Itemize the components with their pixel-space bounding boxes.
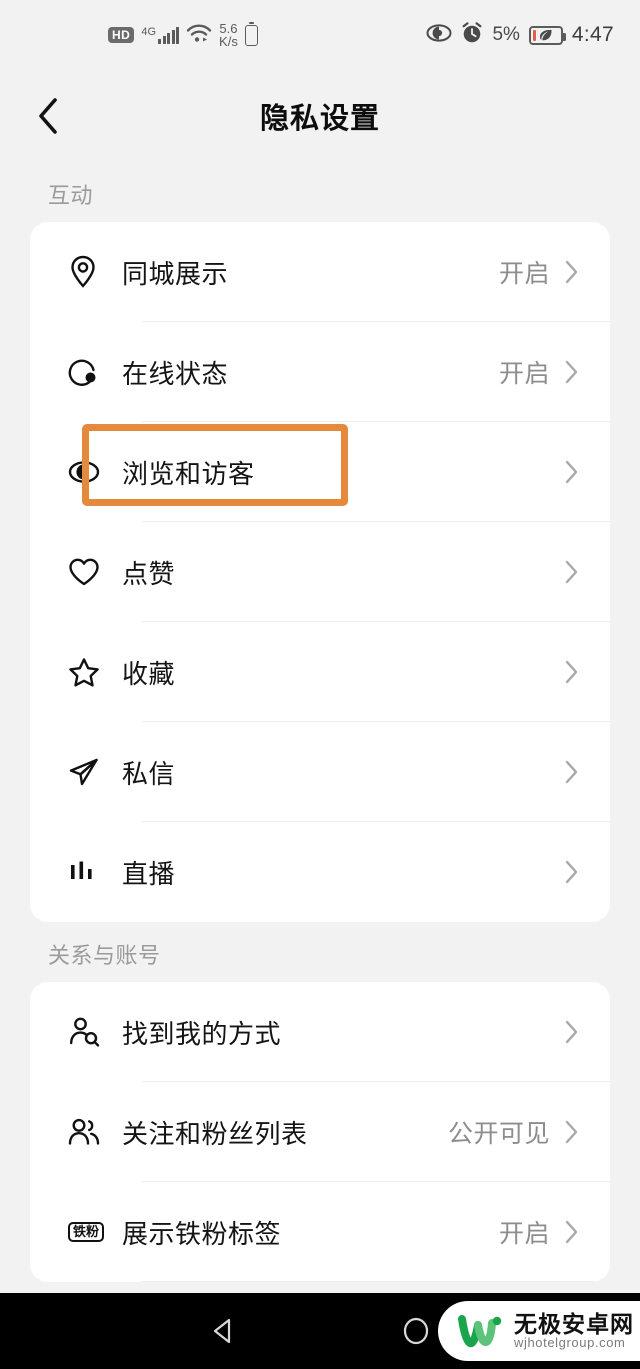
fan-badge-text: 铁粉 <box>68 1221 105 1243</box>
net-speed-unit: K/s <box>219 34 238 49</box>
row-following-fans-list[interactable]: 关注和粉丝列表 公开可见 <box>30 1082 610 1182</box>
row-label: 展示铁粉标签 <box>122 1218 282 1249</box>
battery-low-bar <box>532 29 536 41</box>
status-bar-left: HD 4G 5.6 K/s <box>108 21 258 48</box>
system-navigation-bar: 无极安卓网 wjhotelgroup.com <box>0 1293 640 1369</box>
row-label: 同城展示 <box>122 258 229 289</box>
location-pin-icon <box>68 255 114 289</box>
signal-icon: 4G <box>141 25 180 44</box>
card-relations: 找到我的方式 关注和粉丝列表 公开可见 铁粉 展示铁粉标签 开启 <box>30 982 610 1282</box>
chevron-left-icon <box>39 98 57 134</box>
row-label: 点赞 <box>122 558 176 589</box>
row-show-fan-badge[interactable]: 铁粉 展示铁粉标签 开启 <box>30 1182 610 1282</box>
row-label: 私信 <box>122 758 176 789</box>
watermark-url: wjhotelgroup.com <box>514 1335 626 1351</box>
network-gen-label: 4G <box>141 25 157 38</box>
phone-screen: HD 4G 5.6 K/s 5% 4:47 隐私设置 互动 同城展示 开启 在线… <box>0 0 640 1369</box>
row-value: 开启 <box>498 260 550 288</box>
row-likes[interactable]: 点赞 <box>30 522 610 622</box>
row-label: 关注和粉丝列表 <box>122 1118 308 1149</box>
row-online-status[interactable]: 在线状态 开启 <box>30 322 610 422</box>
alarm-icon <box>461 21 483 49</box>
chevron-right-icon <box>564 1018 580 1046</box>
triangle-back-icon[interactable] <box>208 1315 240 1347</box>
network-speed: 5.6 K/s <box>219 22 238 48</box>
battery-saver-icon <box>528 25 566 45</box>
watermark-site-name: 无极安卓网 <box>514 1311 634 1338</box>
row-direct-message[interactable]: 私信 <box>30 722 610 822</box>
chevron-right-icon <box>564 658 580 686</box>
heart-icon <box>68 557 114 587</box>
row-same-city[interactable]: 同城展示 开启 <box>30 222 610 322</box>
row-browse-and-visitors[interactable]: 浏览和访客 <box>30 422 610 522</box>
online-status-icon <box>68 357 114 387</box>
hd-icon: HD <box>108 26 135 44</box>
chevron-right-icon <box>564 258 580 286</box>
chevron-right-icon <box>564 358 580 386</box>
wifi-icon <box>186 23 212 48</box>
star-icon <box>68 657 114 688</box>
clock-label: 4:47 <box>571 23 614 46</box>
chevron-right-icon <box>564 1118 580 1146</box>
battery-percent-label: 5% <box>492 24 520 45</box>
status-bar-right: 5% 4:47 <box>426 21 614 49</box>
page-title: 隐私设置 <box>259 103 380 135</box>
fan-badge-icon: 铁粉 <box>68 1221 114 1243</box>
row-label: 收藏 <box>122 658 176 689</box>
watermark-text: 无极安卓网 wjhotelgroup.com <box>514 1312 634 1350</box>
row-favorites[interactable]: 收藏 <box>30 622 610 722</box>
people-icon <box>68 1117 114 1147</box>
eye-icon <box>68 460 114 484</box>
section-label-relations: 关系与账号 <box>48 943 161 968</box>
watermark: 无极安卓网 wjhotelgroup.com <box>438 1301 640 1361</box>
signal-bars <box>158 26 180 44</box>
row-value: 开启 <box>498 360 550 388</box>
row-label: 找到我的方式 <box>122 1018 282 1049</box>
row-label: 直播 <box>122 858 176 889</box>
row-label: 浏览和访客 <box>122 458 255 489</box>
chevron-right-icon <box>564 458 580 486</box>
row-label: 在线状态 <box>122 358 229 389</box>
app-header: 隐私设置 <box>0 70 640 162</box>
battery-small-icon <box>244 21 258 46</box>
paper-plane-icon <box>68 757 114 787</box>
card-interaction: 同城展示 开启 在线状态 开启 浏览和访客 点赞 收藏 私信 直播 <box>30 222 610 922</box>
circle-home-icon[interactable] <box>400 1315 432 1347</box>
chevron-right-icon <box>564 558 580 586</box>
person-search-icon <box>68 1016 114 1048</box>
watermark-logo-icon <box>458 1315 502 1347</box>
leaf-glyph <box>539 29 552 41</box>
back-button[interactable] <box>26 94 70 138</box>
row-value: 开启 <box>498 1220 550 1248</box>
status-bar: HD 4G 5.6 K/s 5% 4:47 <box>0 0 640 70</box>
chevron-right-icon <box>564 858 580 886</box>
row-value: 公开可见 <box>447 1120 550 1148</box>
section-label-interaction: 互动 <box>48 183 94 208</box>
row-find-me[interactable]: 找到我的方式 <box>30 982 610 1082</box>
row-live[interactable]: 直播 <box>30 822 610 922</box>
chevron-right-icon <box>564 1218 580 1246</box>
eye-care-icon <box>426 23 452 47</box>
live-bars-icon <box>68 859 114 885</box>
row-divider <box>142 1281 610 1282</box>
chevron-right-icon <box>564 758 580 786</box>
